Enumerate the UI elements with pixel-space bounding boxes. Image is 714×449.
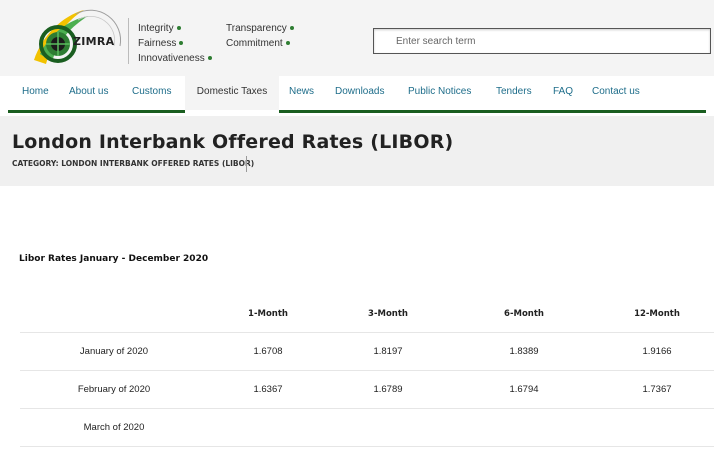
- value-commitment: Commitment: [226, 36, 294, 51]
- table-cell-month: February of 2020: [77, 384, 151, 395]
- nav-tenders[interactable]: Tenders: [496, 76, 532, 110]
- bullet-dot-icon: [289, 26, 294, 30]
- table-cell: [208, 409, 328, 446]
- table-cell: [328, 409, 448, 446]
- table-cell: 1.8197: [373, 346, 403, 357]
- table-cell: 1.6367: [253, 384, 283, 395]
- logo-wordmark: ZIMRA: [73, 35, 115, 48]
- nav-home[interactable]: Home: [22, 76, 49, 110]
- nav-underline-left: [8, 110, 185, 113]
- table-cell: [448, 409, 600, 446]
- nav-customs[interactable]: Customs: [132, 76, 171, 110]
- table-cell: 1.6789: [373, 384, 403, 395]
- table-cell-month: March of 2020: [83, 422, 145, 433]
- libor-rates-table: 1-Month 3-Month 6-Month 12-Month January…: [20, 296, 714, 447]
- table-row: March of 2020: [20, 409, 714, 447]
- column-header-3-month: 3-Month: [368, 309, 408, 319]
- section-heading: Libor Rates January - December 2020: [19, 254, 209, 264]
- table-cell-month: January of 2020: [79, 346, 149, 357]
- page-title: London Interbank Offered Rates (LIBOR): [12, 131, 454, 153]
- category-divider: [246, 156, 247, 172]
- bullet-dot-icon: [207, 56, 212, 60]
- value-transparency: Transparency: [226, 21, 294, 36]
- main-nav: Home About us Customs Domestic Taxes New…: [0, 76, 714, 110]
- table-cell: 1.7367: [642, 384, 672, 395]
- nav-downloads[interactable]: Downloads: [335, 76, 384, 110]
- nav-faq[interactable]: FAQ: [553, 76, 573, 110]
- search-box: [373, 28, 711, 54]
- column-header-12-month: 12-Month: [634, 309, 680, 319]
- nav-domestic-taxes[interactable]: Domestic Taxes: [185, 76, 279, 110]
- bullet-dot-icon: [179, 41, 184, 45]
- value-integrity: Integrity: [138, 21, 212, 36]
- core-values-right: Transparency Commitment: [226, 21, 294, 51]
- core-values-left: Integrity Fairness Innovativeness: [138, 21, 212, 66]
- column-header-1-month: 1-Month: [248, 309, 288, 319]
- nav-about-us[interactable]: About us: [69, 76, 108, 110]
- bullet-dot-icon: [176, 26, 181, 30]
- table-cell: 1.8389: [509, 346, 539, 357]
- zimra-logo[interactable]: ZIMRA: [28, 6, 124, 70]
- table-cell: [600, 409, 714, 446]
- column-header-6-month: 6-Month: [504, 309, 544, 319]
- value-innovativeness: Innovativeness: [138, 51, 212, 66]
- site-header: ZIMRA Integrity Fairness Innovativeness …: [0, 0, 714, 76]
- nav-underline-right: [279, 110, 706, 113]
- nav-public-notices[interactable]: Public Notices: [408, 76, 471, 110]
- category-link[interactable]: CATEGORY: LONDON INTERBANK OFFERED RATES…: [12, 159, 254, 168]
- table-cell: 1.9166: [642, 346, 672, 357]
- header-divider: [128, 18, 129, 64]
- nav-news[interactable]: News: [289, 76, 314, 110]
- bullet-dot-icon: [285, 41, 290, 45]
- nav-contact-us[interactable]: Contact us: [592, 76, 640, 110]
- table-header-row: 1-Month 3-Month 6-Month 12-Month: [20, 296, 714, 333]
- value-fairness: Fairness: [138, 36, 212, 51]
- table-cell: 1.6794: [509, 384, 539, 395]
- table-row: January of 2020 1.6708 1.8197 1.8389 1.9…: [20, 333, 714, 371]
- table-row: February of 2020 1.6367 1.6789 1.6794 1.…: [20, 371, 714, 409]
- column-header-month: [20, 296, 208, 333]
- table-cell: 1.6708: [253, 346, 283, 357]
- search-input[interactable]: [374, 29, 696, 53]
